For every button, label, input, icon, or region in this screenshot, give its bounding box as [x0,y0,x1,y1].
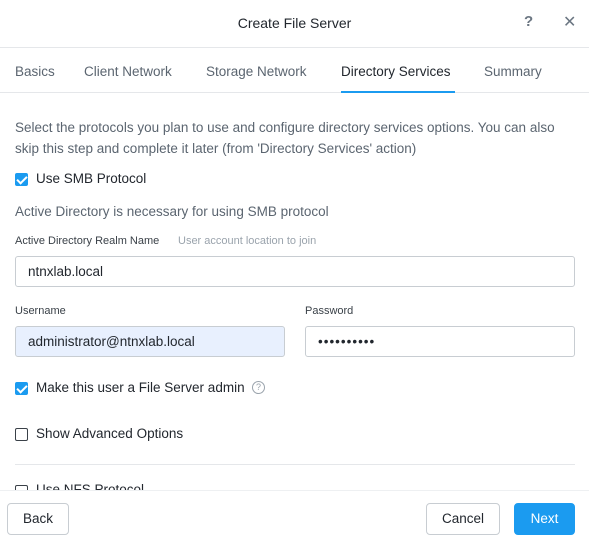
nfs-protocol-label[interactable]: Use NFS Protocol [36,482,144,490]
nfs-section-clipped: Use NFS Protocol [0,470,589,490]
help-circle-icon[interactable]: ? [252,381,265,394]
back-button[interactable]: Back [7,503,69,535]
smb-protocol-checkbox[interactable] [15,173,28,186]
dialog-header: Create File Server ? ✕ [0,0,589,48]
smb-protocol-label[interactable]: Use SMB Protocol [36,171,146,186]
active-tab-indicator [341,91,455,93]
realm-hint: User account location to join [178,235,317,247]
advanced-options-label[interactable]: Show Advanced Options [36,426,183,441]
cancel-button[interactable]: Cancel [426,503,500,535]
next-button[interactable]: Next [514,503,575,535]
section-divider [15,464,575,465]
help-icon[interactable]: ? [524,13,533,30]
tab-client-network[interactable]: Client Network [84,64,172,79]
fs-admin-label[interactable]: Make this user a File Server admin [36,380,245,395]
tab-summary[interactable]: Summary [484,64,542,79]
intro-text: Select the protocols you plan to use and… [15,120,555,156]
ad-info-text: Active Directory is necessary for using … [15,204,329,219]
password-label: Password [305,305,354,317]
wizard-tabs: Basics Client Network Storage Network Di… [0,49,589,93]
tab-storage-network[interactable]: Storage Network [206,64,307,79]
close-icon[interactable]: ✕ [563,12,576,32]
realm-input[interactable] [15,256,575,287]
tab-directory-services[interactable]: Directory Services [341,64,451,79]
realm-label: Active Directory Realm Name [15,235,160,247]
fs-admin-checkbox[interactable] [15,382,28,395]
advanced-options-checkbox[interactable] [15,428,28,441]
dialog-footer: Back Cancel Next [0,490,589,538]
username-input[interactable] [15,326,285,357]
password-input[interactable] [305,326,575,357]
username-label: Username [15,305,66,317]
tab-basics[interactable]: Basics [15,64,55,79]
dialog-title: Create File Server [237,15,352,31]
